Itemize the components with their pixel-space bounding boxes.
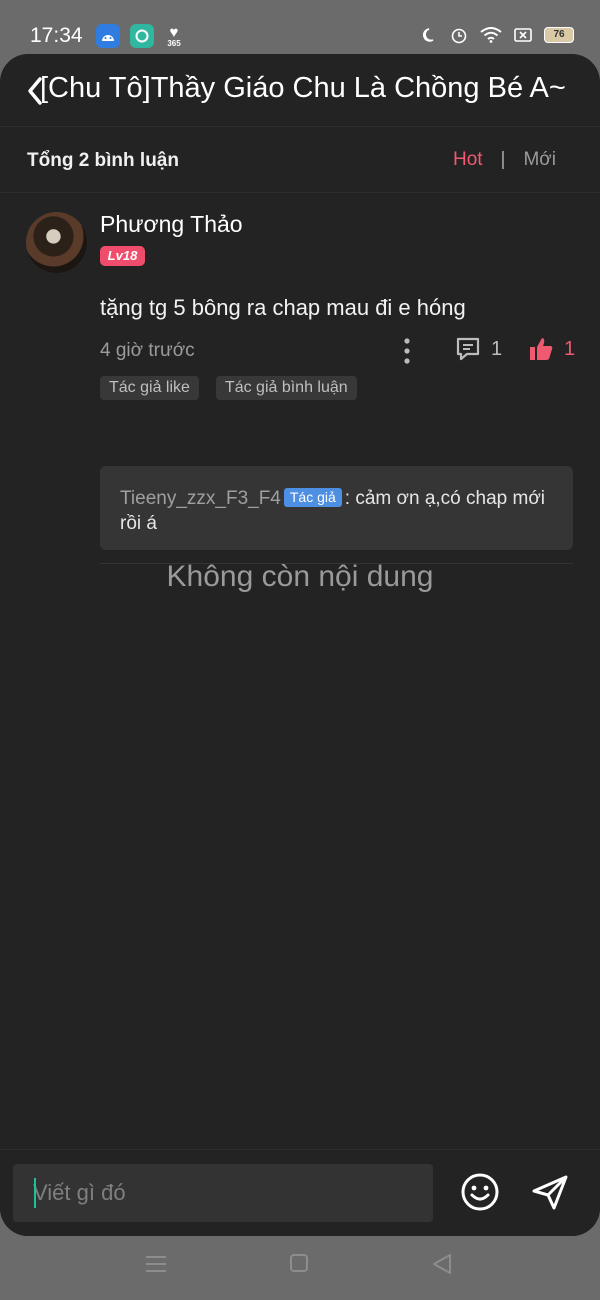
sort-hot-tab[interactable]: Hot xyxy=(453,149,483,171)
chat-app-icon xyxy=(130,24,154,48)
alarm-icon xyxy=(451,28,467,44)
reply-author[interactable]: Tieeny_zzx_F3_F4 xyxy=(120,488,281,509)
moon-icon xyxy=(423,28,434,42)
heart-icon: ♥ 365 xyxy=(164,24,184,48)
comment-text: tặng tg 5 bông ra chap mau đi e hóng xyxy=(100,295,466,320)
author-badge: Tác giả xyxy=(283,488,342,507)
header: [Chu Tô]Thầy Giáo Chu Là Chồng Bé A~ xyxy=(0,54,600,127)
avatar[interactable] xyxy=(26,212,87,273)
battery-icon: 76 xyxy=(544,27,574,43)
recent-apps-icon[interactable] xyxy=(145,1254,167,1274)
sort-toggle: Hot | Mới xyxy=(453,149,556,171)
comment-composer xyxy=(0,1149,600,1236)
comments-screen: [Chu Tô]Thầy Giáo Chu Là Chồng Bé A~ Tổn… xyxy=(0,54,600,1236)
comment-summary-bar: Tổng 2 bình luận Hot | Mới xyxy=(0,126,600,193)
comment-input[interactable] xyxy=(13,1164,433,1222)
system-icons: 76 xyxy=(422,26,574,44)
reply-line: Tieeny_zzx_F3_F4 Tác giả: cảm ơn ạ,có cha… xyxy=(120,486,555,536)
home-icon[interactable] xyxy=(289,1253,309,1273)
status-time: 17:34 xyxy=(30,24,83,47)
comment-icon xyxy=(456,337,480,361)
thumbs-up-icon xyxy=(530,338,553,360)
more-options-icon[interactable] xyxy=(402,337,412,365)
wifi-icon xyxy=(480,27,502,43)
total-comments: Tổng 2 bình luận xyxy=(27,150,179,171)
comment-username[interactable]: Phương Thảo xyxy=(100,211,243,238)
nav-back-icon[interactable] xyxy=(431,1253,453,1275)
sort-new-tab[interactable]: Mới xyxy=(523,149,556,171)
level-badge: Lv18 xyxy=(100,246,145,266)
system-nav-bar xyxy=(0,1236,600,1300)
notification-icons: ♥ 365 xyxy=(96,24,184,48)
like-button[interactable]: 1 xyxy=(528,336,575,362)
reply-button[interactable]: 1 xyxy=(455,336,502,362)
reply-count: 1 xyxy=(491,337,503,360)
reply-preview[interactable]: Tieeny_zzx_F3_F4 Tác giả: cảm ơn ạ,có cha… xyxy=(100,466,573,550)
android-app-icon xyxy=(96,24,120,48)
sim-icon xyxy=(514,28,532,42)
emoji-icon[interactable] xyxy=(460,1172,500,1212)
comment-time: 4 giờ trước xyxy=(100,340,195,361)
sort-separator: | xyxy=(500,149,506,170)
page-title: [Chu Tô]Thầy Giáo Chu Là Chồng Bé A~ xyxy=(40,72,566,104)
status-bar: 17:34 ♥ 365 76 xyxy=(0,0,600,56)
tag-author-like: Tác giả like xyxy=(100,376,199,400)
like-count: 1 xyxy=(564,337,576,360)
badge-365: 365 xyxy=(167,39,181,48)
text-cursor xyxy=(34,1178,36,1208)
comment-tags: Tác giả like Tác giả bình luận xyxy=(100,376,357,400)
send-icon[interactable] xyxy=(530,1172,570,1212)
tag-author-reply: Tác giả bình luận xyxy=(215,376,357,400)
no-more-content: Không còn nội dung xyxy=(166,560,434,593)
